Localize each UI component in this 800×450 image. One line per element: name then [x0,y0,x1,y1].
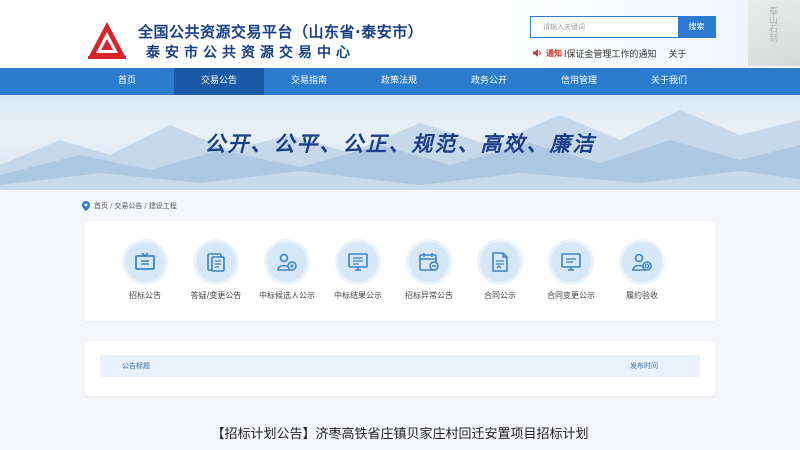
category-panel: 招标公告 答疑/变更公告 中标候选人公示 中标结果公示 招标异常公告 合同公示 [84,221,716,321]
search-input[interactable] [531,17,681,37]
search-button[interactable]: 搜索 [678,16,715,38]
notice-ticker[interactable]: 通知 l保证金管理工作的通知 关于 [532,45,722,61]
location-pin-icon [82,201,90,211]
breadcrumb-home[interactable]: 首页 [94,201,108,211]
search-box: 搜索 [530,16,716,38]
breadcrumb-announcements[interactable]: 交易公告 [114,201,142,211]
nav-item-policy[interactable]: 政策法规 [354,68,444,95]
list-header: 公告标题 发布时间 [100,355,700,377]
category-abnormal-notice[interactable]: 招标异常公告 [394,239,464,301]
category-contract-change[interactable]: 合同变更公示 [536,239,606,301]
notice-label: 通知 [546,48,562,58]
notice-text-next[interactable]: 关于 [669,47,687,60]
announcement-title[interactable]: 【招标计划公告】济枣高铁省庄镇贝家庄村回迁安置项目招标计划 [0,423,800,442]
monitor-list-icon [348,253,368,271]
site-logo-icon[interactable] [86,20,128,60]
documents-icon [207,253,225,272]
category-label: 履约验收 [626,291,658,300]
category-label: 中标候选人公示 [259,291,315,300]
category-contract-notice[interactable]: 合同公示 [465,239,535,301]
category-candidate-notice[interactable]: 中标候选人公示 [252,239,322,301]
banner-slogan: 公开、公平、公正、规范、高效、廉洁 [204,131,596,156]
contract-icon [492,252,508,272]
person-check-icon [632,253,652,271]
main-nav: 首页 交易公告 交易指南 政策法规 政务公开 信用管理 关于我们 [0,68,800,95]
announcement-list: 公告标题 发布时间 [84,341,716,396]
monitor-edit-icon [561,253,581,271]
hero-banner: 公开、公平、公正、规范、高效、廉洁 [0,95,800,190]
category-label: 合同公示 [484,291,516,300]
category-label: 招标公告 [129,291,161,300]
nav-item-guide[interactable]: 交易指南 [264,68,354,95]
calendar-minus-icon [419,253,439,271]
breadcrumb-construction[interactable]: 建设工程 [149,201,177,211]
category-label: 合同变更公示 [547,291,595,300]
site-header: 全国公共资源交易平台（山东省·泰安市） 泰安市公共资源交易中心 搜索 通知 l保… [0,0,800,68]
category-label: 答疑/变更公告 [190,291,242,300]
category-acceptance[interactable]: 履约验收 [607,239,677,301]
column-title-header: 公告标题 [122,362,150,370]
speaker-icon [533,49,541,57]
category-result-notice[interactable]: 中标结果公示 [323,239,393,301]
center-title: 泰安市公共资源交易中心 [146,45,355,61]
category-label: 招标异常公告 [405,291,453,300]
category-label: 中标结果公示 [334,291,382,300]
nav-item-government[interactable]: 政务公开 [444,68,534,95]
nav-item-home[interactable]: 首页 [82,68,172,95]
breadcrumb: 首页 / 交易公告 / 建设工程 [82,200,177,212]
nav-item-about[interactable]: 关于我们 [624,68,714,95]
rock-carving-text: 泰山石刻 [767,6,777,42]
nav-item-announcements[interactable]: 交易公告 [174,68,264,95]
category-qa-change[interactable]: 答疑/变更公告 [181,239,251,301]
tv-icon [135,252,155,270]
notice-text[interactable]: l保证金管理工作的通知 [564,47,657,60]
column-date-header: 发布时间 [630,362,658,370]
person-badge-icon [277,253,297,271]
nav-item-credit[interactable]: 信用管理 [534,68,624,95]
category-bid-announcement[interactable]: 招标公告 [110,239,180,301]
rock-carving-decoration: 泰山石刻 [748,0,800,66]
platform-title: 全国公共资源交易平台（山东省·泰安市） [138,23,424,41]
